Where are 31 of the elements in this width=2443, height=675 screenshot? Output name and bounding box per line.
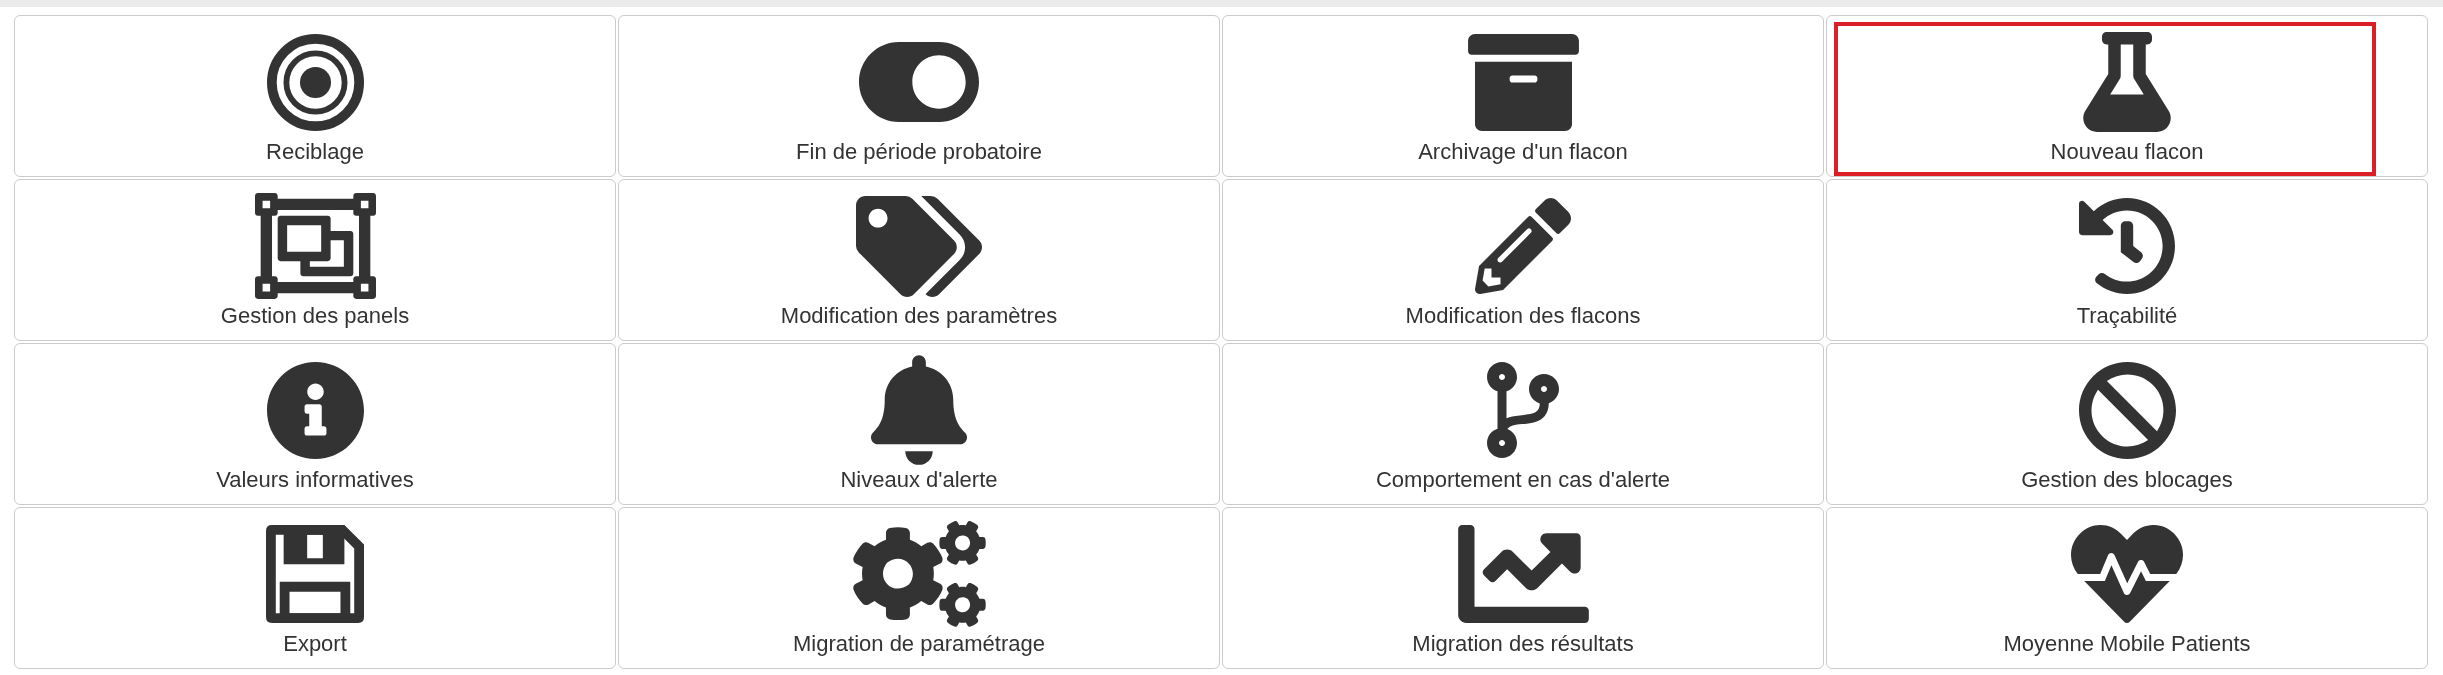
shortcut-button[interactable]: Migration des résultats — [1230, 514, 1772, 668]
shortcut-button[interactable]: Modification des flacons — [1230, 186, 1772, 340]
shortcut-button[interactable]: Fin de période probatoire — [626, 22, 1168, 176]
tags-icon — [856, 195, 982, 297]
shortcut-button[interactable]: Nouveau flacon — [1834, 22, 2376, 176]
flask-icon — [2083, 32, 2171, 132]
shortcut-button[interactable]: Reciblage — [22, 22, 564, 176]
history-icon — [2079, 198, 2175, 294]
shortcut-button[interactable]: Gestion des panels — [22, 186, 564, 340]
pencil-icon — [1475, 198, 1571, 294]
shortcut-button[interactable]: Migration de paramétrage — [626, 514, 1168, 668]
object-group-icon — [254, 193, 376, 299]
shortcut-button[interactable]: Niveaux d'alerte — [626, 350, 1168, 504]
shortcut-button[interactable]: Traçabilité — [1834, 186, 2376, 340]
shortcut-button[interactable]: Comportement en cas d'alerte — [1230, 350, 1772, 504]
shortcut-button[interactable]: Gestion des blocages — [1834, 350, 2376, 504]
heartbeat-icon — [2071, 525, 2183, 623]
shortcut-button[interactable]: Moyenne Mobile Patients — [1834, 514, 2376, 668]
shortcut-button[interactable]: Modification des paramètres — [626, 186, 1168, 340]
line-chart-icon — [1457, 525, 1589, 623]
ban-icon — [2078, 361, 2176, 459]
toggle-icon — [859, 42, 979, 122]
archive-box-icon — [1467, 33, 1579, 131]
shortcut-button[interactable]: Valeurs informatives — [22, 350, 564, 504]
bell-icon — [871, 355, 967, 465]
gears-icon — [852, 521, 986, 627]
shortcut-button[interactable]: Archivage d'un flacon — [1230, 22, 1772, 176]
shortcut-button[interactable]: Export — [22, 514, 564, 668]
target-icon — [266, 33, 364, 131]
info-icon — [266, 361, 364, 459]
branch-icon — [1487, 362, 1559, 458]
